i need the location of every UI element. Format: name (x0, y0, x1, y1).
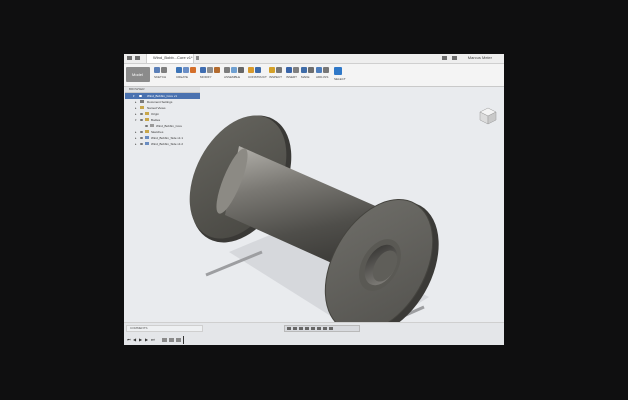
job-status-icon[interactable] (442, 56, 447, 60)
visibility-icon[interactable] (139, 95, 142, 97)
document-tab-title: Wind_Bobb...Core v1* (153, 55, 193, 60)
make-label: MAKE (301, 75, 310, 79)
stop-sketch-icon (161, 67, 167, 73)
browser-item-label: Wind_Bobbin_Side v1:2 (151, 142, 184, 146)
3d-print-icon (301, 67, 307, 73)
sketch-icon (154, 67, 160, 73)
file-icon[interactable] (135, 56, 140, 60)
visibility-icon[interactable] (140, 143, 143, 145)
create-label: CREATE (176, 75, 188, 79)
comments-panel[interactable]: COMMENTS (126, 325, 203, 332)
offset-plane-icon (248, 67, 254, 73)
measure-icon (269, 67, 275, 73)
press-pull-icon (200, 67, 206, 73)
fillet-icon (207, 67, 213, 73)
inspect-label: INSPECT (269, 75, 283, 79)
body-icon (150, 124, 154, 127)
look-at-icon[interactable] (293, 327, 297, 330)
visibility-icon[interactable] (140, 137, 143, 139)
document-tab[interactable]: Wind_Bobb...Core v1* (146, 54, 194, 63)
scripts-icon (316, 67, 322, 73)
construct-group[interactable]: CONSTRUCT (248, 67, 267, 84)
viewports-icon[interactable] (329, 327, 333, 330)
extrude-icon (176, 67, 182, 73)
link-icon (145, 136, 149, 139)
navigation-bar (284, 325, 360, 332)
gear-icon (140, 100, 144, 103)
workspace-switcher-button[interactable]: Model (126, 67, 150, 82)
browser-item-component-2[interactable]: ▸ Wind_Bobbin_Side v1:2 (125, 141, 200, 147)
notifications-icon[interactable] (452, 56, 457, 60)
construct-label: CONSTRUCT (248, 75, 267, 79)
app-menu-icon[interactable] (127, 56, 132, 60)
new-component-icon (224, 67, 230, 73)
add-ins-group[interactable]: ADD-INS (316, 67, 329, 84)
fusion-window: Wind_Bobb...Core v1* Marcus Meier Model … (124, 54, 504, 345)
axis-icon (255, 67, 261, 73)
assemble-label: ASSEMBLE (224, 75, 241, 79)
user-name[interactable]: Marcus Meier (468, 55, 492, 60)
select-arrow-icon (334, 67, 342, 75)
folder-icon (145, 112, 149, 115)
expand-icon[interactable]: ▸ (135, 141, 137, 147)
make-group[interactable]: MAKE (301, 67, 314, 84)
interference-icon (276, 67, 282, 73)
timeline-feature-icon[interactable] (162, 338, 167, 342)
visibility-icon[interactable] (140, 113, 143, 115)
bottom-panel: COMMENTS ⏮ ◀ ▶ ▶ ⏭ (124, 322, 504, 345)
decal-icon (293, 67, 299, 73)
new-tab-icon[interactable] (196, 56, 199, 60)
pan-icon[interactable] (299, 327, 303, 330)
display-settings-icon[interactable] (317, 327, 321, 330)
sketch-label: SKETCH (154, 75, 167, 79)
folder-icon (145, 118, 149, 121)
timeline-end-icon[interactable]: ⏭ (151, 337, 155, 342)
browser-panel: BROWSER ▾ Wind_Bobbin_Core v1 ▸ Document… (125, 87, 200, 147)
inspect-group[interactable]: INSPECT (269, 67, 282, 84)
timeline-marker[interactable] (183, 336, 184, 344)
app-store-icon (323, 67, 329, 73)
as-built-joint-icon (238, 67, 244, 73)
timeline-back-icon[interactable]: ◀ (133, 337, 136, 342)
grid-settings-icon[interactable] (323, 327, 327, 330)
insert-group[interactable]: INSERT (286, 67, 299, 84)
create-group[interactable]: CREATE (176, 67, 196, 84)
select-label: SELECT (334, 77, 346, 81)
link-icon (145, 142, 149, 145)
visibility-icon[interactable] (140, 119, 143, 121)
fit-icon[interactable] (311, 327, 315, 330)
sketch-group[interactable]: SKETCH (154, 67, 167, 84)
assemble-group[interactable]: ASSEMBLE (224, 67, 244, 84)
timeline-forward-icon[interactable]: ▶ (145, 337, 148, 342)
insert-label: INSERT (286, 75, 297, 79)
orbit-icon[interactable] (287, 327, 291, 330)
folder-icon (145, 130, 149, 133)
insert-derive-icon (286, 67, 292, 73)
modify-group[interactable]: MODIFY (200, 67, 220, 84)
workspace-label: Model (132, 72, 143, 77)
timeline-feature-icon[interactable] (176, 338, 181, 342)
ribbon-toolbar: Model SKETCH CREATE MODIFY ASSEMBLE CONS… (124, 64, 504, 87)
modify-label: MODIFY (200, 75, 212, 79)
visibility-icon[interactable] (145, 125, 148, 127)
select-group[interactable]: SELECT (334, 67, 346, 84)
box-icon (190, 67, 196, 73)
revolve-icon (183, 67, 189, 73)
title-bar: Wind_Bobb...Core v1* Marcus Meier (124, 54, 504, 64)
timeline-start-icon[interactable]: ⏮ (127, 337, 131, 342)
timeline-feature-icon[interactable] (169, 338, 174, 342)
timeline-play-icon[interactable]: ▶ (139, 337, 142, 342)
add-ins-label: ADD-INS (316, 75, 329, 79)
timeline: ⏮ ◀ ▶ ▶ ⏭ (126, 335, 502, 344)
joint-icon (231, 67, 237, 73)
zoom-icon[interactable] (305, 327, 309, 330)
visibility-icon[interactable] (140, 131, 143, 133)
folder-icon (140, 106, 144, 109)
generate-toolpath-icon (308, 67, 314, 73)
chamfer-icon (214, 67, 220, 73)
view-cube[interactable] (479, 107, 497, 125)
